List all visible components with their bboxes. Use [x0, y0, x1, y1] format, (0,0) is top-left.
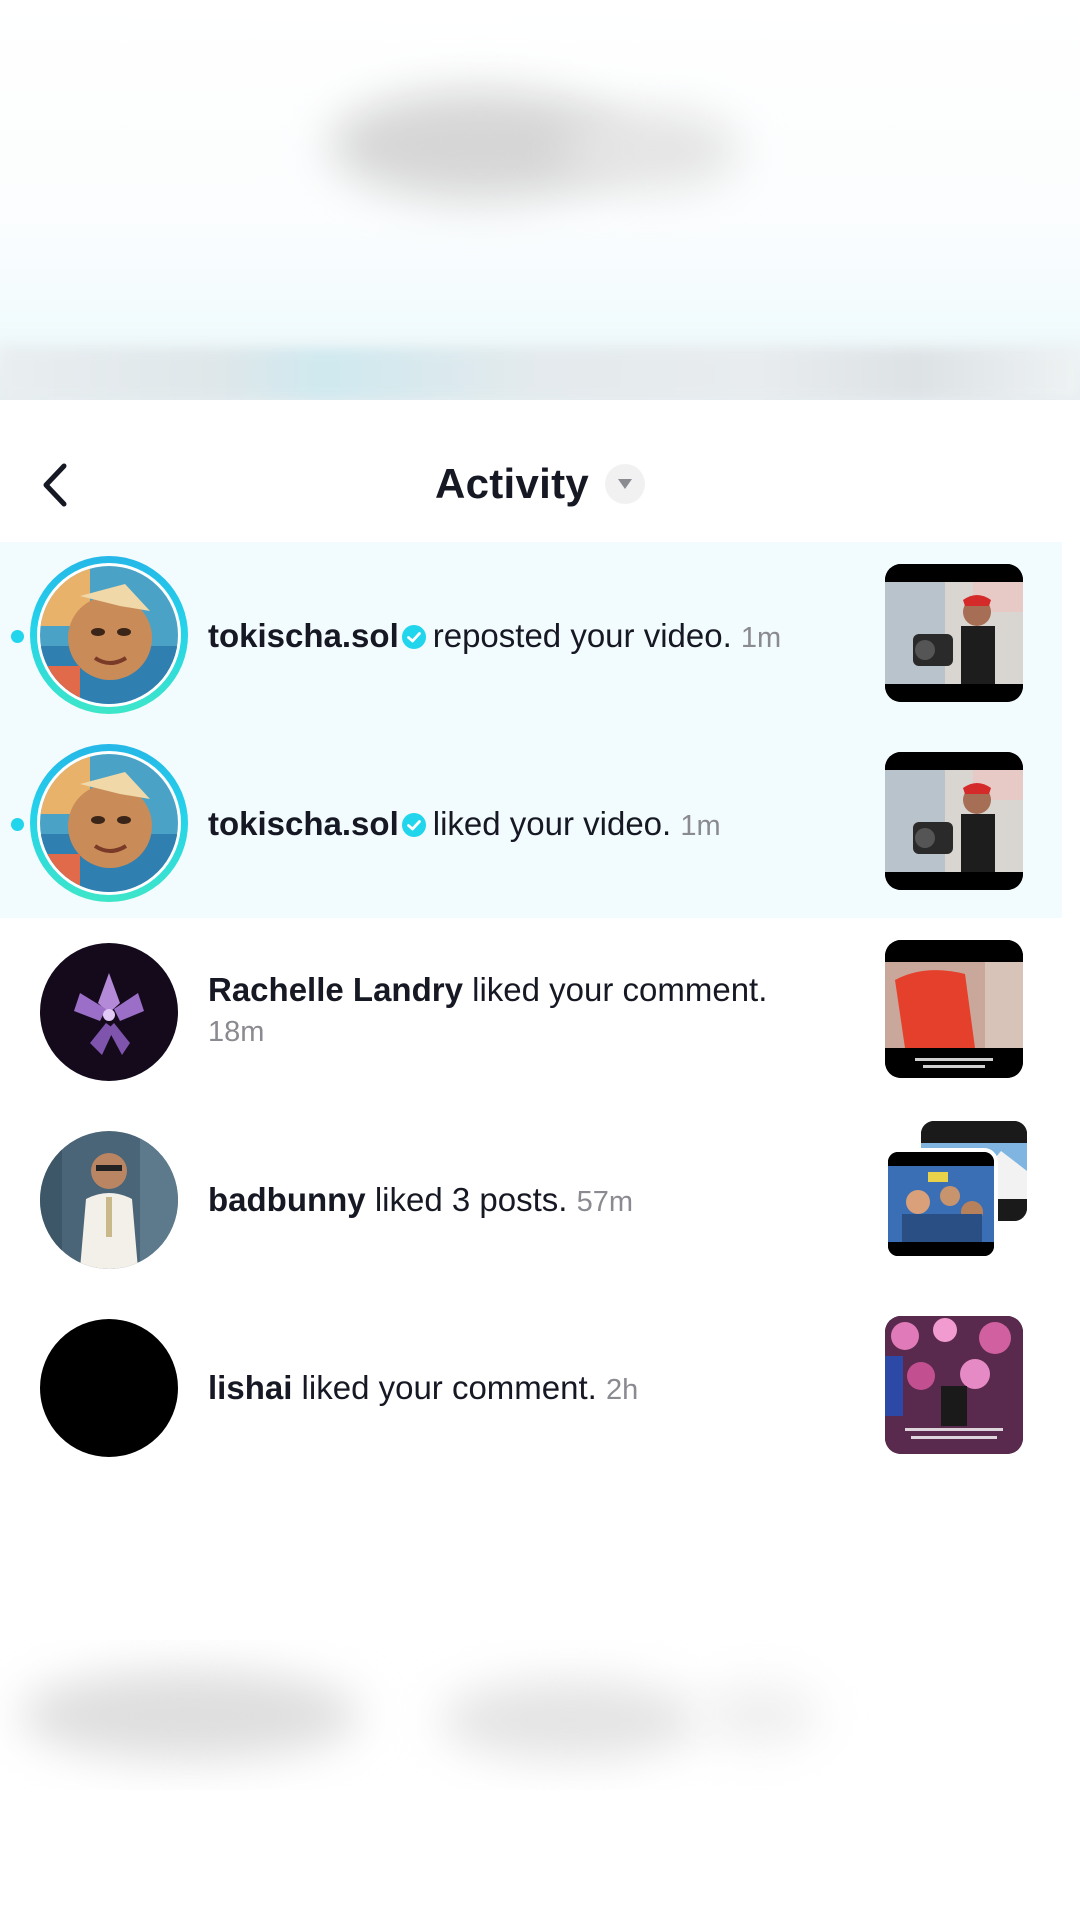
notification-action: liked your comment. — [472, 971, 768, 1008]
notification-time: 2h — [606, 1374, 639, 1406]
notification-action: liked 3 posts. — [374, 1181, 568, 1218]
username[interactable]: lishai — [208, 1369, 292, 1406]
username[interactable]: tokischa.sol — [208, 617, 399, 654]
blurred-bottom-content — [0, 1640, 1080, 1790]
verified-badge-icon — [401, 813, 426, 837]
notification-text: lishai liked your comment. 2h — [208, 1368, 848, 1410]
notification-time: 1m — [740, 622, 782, 654]
video-thumbnail[interactable] — [885, 564, 1023, 702]
username[interactable]: tokischa.sol — [208, 805, 399, 842]
notification-time: 18m — [208, 1016, 265, 1048]
avatar[interactable] — [40, 1319, 178, 1457]
notification-text: Rachelle Landry liked your comment. 18m — [208, 970, 848, 1052]
blurred-top-content — [0, 0, 1080, 400]
notification-row[interactable]: tokischa.sol liked your video. 1m — [0, 730, 1062, 918]
notification-text: badbunny liked 3 posts. 57m — [208, 1180, 848, 1222]
notification-time: 1m — [680, 810, 721, 842]
activity-filter-dropdown[interactable] — [605, 464, 646, 504]
video-thumbnail[interactable] — [885, 940, 1023, 1078]
notification-row[interactable]: Rachelle Landry liked your comment. 18m — [0, 918, 1062, 1106]
notification-row[interactable]: badbunny liked 3 posts. 57m — [0, 1106, 1062, 1294]
activity-header: Activity — [0, 430, 1080, 540]
notification-row[interactable]: tokischa.sol reposted your video. 1m — [0, 542, 1062, 730]
avatar[interactable] — [40, 566, 178, 704]
username[interactable]: Rachelle Landry — [208, 971, 463, 1008]
unread-dot — [11, 630, 24, 643]
notification-action: liked your comment. — [301, 1369, 597, 1406]
unread-dot — [11, 818, 24, 831]
username[interactable]: badbunny — [208, 1181, 366, 1218]
notification-text: tokischa.sol liked your video. 1m — [208, 804, 848, 846]
notification-time: 57m — [576, 1186, 634, 1218]
avatar[interactable] — [40, 1131, 178, 1269]
notification-row[interactable]: lishai liked your comment. 2h — [0, 1294, 1062, 1482]
video-thumbnail[interactable] — [885, 1316, 1023, 1454]
notification-list: tokischa.sol reposted your video. 1m tok… — [0, 542, 1062, 1482]
notification-action: reposted your video. — [432, 617, 732, 654]
page-title[interactable]: Activity — [435, 460, 589, 507]
video-thumbnail[interactable] — [885, 752, 1023, 890]
avatar[interactable] — [40, 943, 178, 1081]
video-thumbnail[interactable] — [884, 1148, 998, 1260]
verified-badge-icon — [401, 625, 426, 649]
avatar[interactable] — [40, 754, 178, 892]
triangle-down-icon — [618, 479, 633, 489]
notification-action: liked your video. — [432, 805, 672, 842]
notification-text: tokischa.sol reposted your video. 1m — [208, 616, 848, 658]
